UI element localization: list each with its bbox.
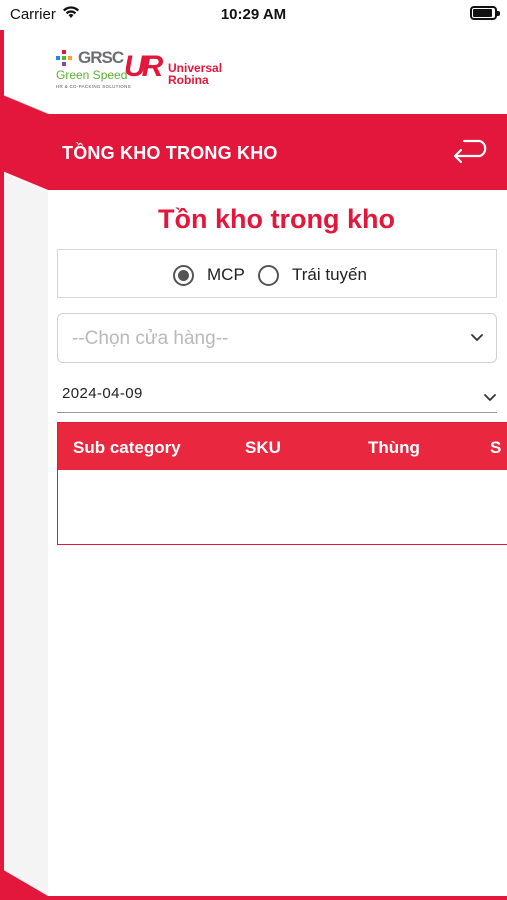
column-header-thung[interactable]: Thùng	[368, 438, 420, 458]
inventory-table[interactable]: Sub category SKU Thùng S	[57, 422, 507, 545]
status-bar: Carrier 10:29 AM	[0, 0, 507, 30]
date-value: 2024-04-09	[62, 385, 143, 402]
grsc-logo-text: GRSC	[78, 48, 124, 67]
universal-robina-logo-text: Universal Robina	[168, 61, 223, 87]
table-header-row: Sub category SKU Thùng S	[58, 423, 507, 470]
return-arrow-icon	[453, 139, 487, 164]
chevron-down-icon	[484, 394, 496, 401]
company-logo: GRSC Green Speed HR & CO-PACKING SOLUTIO…	[56, 48, 246, 94]
logo-tagline: HR & CO-PACKING SOLUTIONS	[56, 84, 131, 89]
radio-label-mcp: MCP	[207, 265, 245, 284]
store-select-placeholder: --Chọn cửa hàng--	[72, 328, 229, 349]
date-picker-field[interactable]: 2024-04-09	[57, 376, 497, 413]
clock: 10:29 AM	[220, 6, 287, 23]
left-accent-strip	[0, 30, 4, 900]
store-select[interactable]: --Chọn cửa hàng--	[57, 313, 497, 363]
chevron-down-icon	[471, 334, 483, 341]
radio-option-trai-tuyen[interactable]: Trái tuyến	[258, 263, 367, 287]
page-title: Tồn kho trong kho	[158, 204, 395, 234]
column-header-sku[interactable]: SKU	[245, 438, 281, 458]
column-header-sub-category[interactable]: Sub category	[73, 438, 181, 458]
route-type-radio-group: MCP Trái tuyến	[57, 249, 497, 298]
radio-option-mcp[interactable]: MCP	[173, 263, 245, 287]
ur-logo-mark: UR	[124, 50, 163, 83]
green-speed-logo-text: Green Speed	[56, 68, 128, 82]
radio-button-checked[interactable]	[173, 264, 194, 286]
battery-icon	[470, 6, 500, 20]
grsc-logo-icon	[56, 50, 72, 66]
column-header-s[interactable]: S	[490, 438, 501, 458]
back-button[interactable]	[450, 138, 494, 168]
radio-label-trai-tuyen: Trái tuyến	[292, 265, 367, 284]
radio-button-unchecked[interactable]	[258, 264, 279, 286]
header-title: TỒNG KHO TRONG KHO	[62, 143, 278, 163]
